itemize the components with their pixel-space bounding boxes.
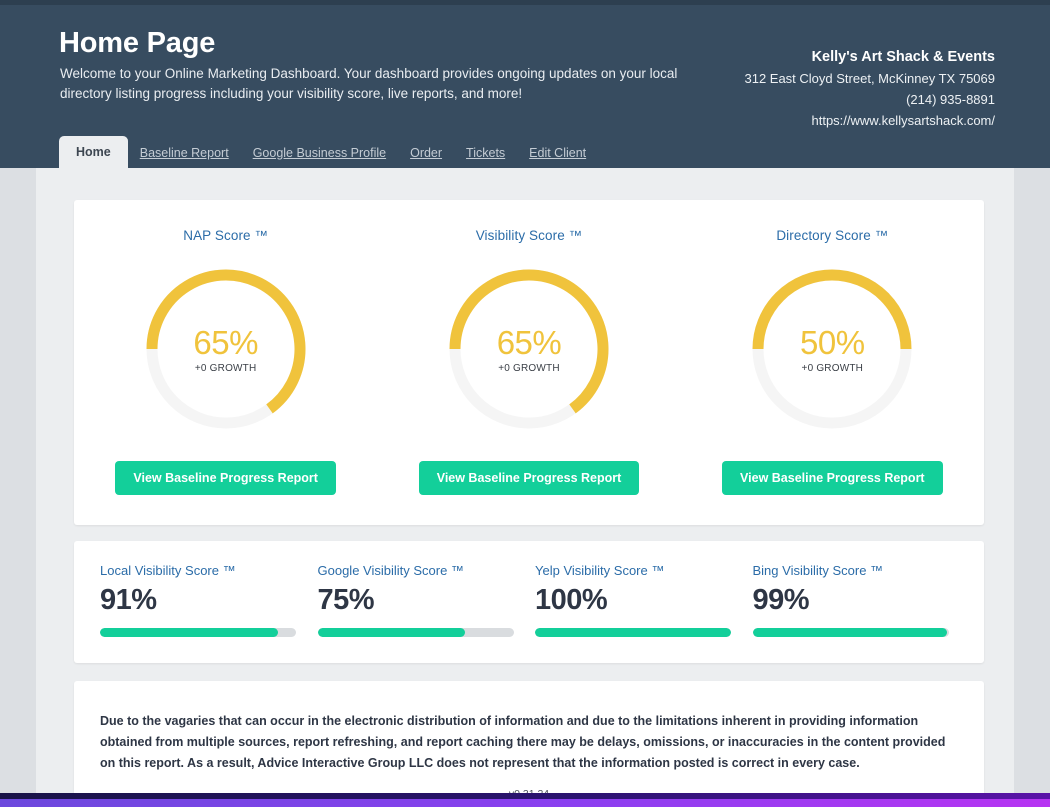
visibility-score-label: Google Visibility Score ™: [317, 563, 464, 578]
bottom-purple-bar: [0, 799, 1050, 807]
visibility-score-progress-track: [317, 628, 514, 637]
gauge-center-labels: 65% +0 GROWTH: [136, 259, 316, 439]
page-subtitle: Welcome to your Online Marketing Dashboa…: [60, 66, 678, 101]
client-name: Kelly's Art Shack & Events: [811, 49, 995, 65]
client-info-block: Kelly's Art Shack & Events 312 East Cloy…: [744, 47, 995, 131]
visibility-score-progress-fill: [317, 628, 465, 637]
visibility-score-label: Local Visibility Score ™: [100, 563, 236, 578]
gauge-growth-label: +0 GROWTH: [498, 362, 560, 374]
tab-baseline-report[interactable]: Baseline Report: [128, 138, 241, 168]
visibility-score-label: Yelp Visibility Score ™: [535, 563, 665, 578]
visibility-score-progress-fill: [752, 628, 947, 637]
main-tab-navigation: Home Baseline Report Google Business Profi…: [59, 136, 598, 168]
visibility-score-value: 91%: [100, 584, 157, 616]
gauge-donut-chart: 65% +0 GROWTH: [439, 259, 619, 439]
client-address: 312 East Cloyd Street, McKinney TX 75069: [744, 71, 995, 86]
view-baseline-progress-report-button[interactable]: View Baseline Progress Report: [722, 461, 943, 495]
tab-tickets[interactable]: Tickets: [454, 138, 517, 168]
visibility-scores-card: Local Visibility Score ™ 91% Google Visi…: [74, 541, 984, 663]
visibility-score-progress-track: [752, 628, 949, 637]
gauge-column: Visibility Score ™ 65% +0 GROWTH View Ba…: [377, 200, 680, 525]
view-baseline-progress-report-button[interactable]: View Baseline Progress Report: [418, 461, 640, 495]
gauge-donut-chart: 50% +0 GROWTH: [742, 259, 922, 439]
view-baseline-progress-report-button[interactable]: View Baseline Progress Report: [115, 461, 336, 495]
tab-google-business-profile[interactable]: Google Business Profile: [241, 138, 398, 168]
gauge-center-labels: 50% +0 GROWTH: [742, 259, 922, 439]
gauge-title: NAP Score ™: [183, 228, 269, 243]
visibility-score-label: Bing Visibility Score ™: [752, 563, 884, 578]
gauge-percent-value: 65%: [496, 323, 562, 361]
visibility-score-progress-track: [535, 628, 731, 637]
left-gutter: [0, 168, 36, 807]
visibility-score-progress-fill: [535, 628, 731, 637]
gauge-title: Directory Score ™: [776, 228, 889, 243]
disclaimer-text: Due to the vagaries that can occur in th…: [100, 714, 946, 770]
tab-home[interactable]: Home: [59, 136, 128, 168]
visibility-score-item: Bing Visibility Score ™ 99%: [747, 541, 965, 663]
gauge-column: NAP Score ™ 65% +0 GROWTH View Baseline …: [74, 200, 377, 525]
gauge-growth-label: +0 GROWTH: [194, 362, 257, 374]
visibility-score-value: 100%: [535, 584, 608, 616]
gauge-percent-value: 50%: [800, 323, 865, 361]
gauge-growth-label: +0 GROWTH: [801, 362, 864, 374]
gauge-column: Directory Score ™ 50% +0 GROWTH View Bas…: [681, 200, 984, 525]
gauge-title: Visibility Score ™: [475, 228, 583, 243]
visibility-score-progress-fill: [100, 628, 279, 637]
visibility-score-item: Google Visibility Score ™ 75%: [312, 541, 530, 663]
visibility-score-value: 99%: [752, 584, 810, 616]
client-website[interactable]: https://www.kellysartshack.com/: [744, 110, 996, 131]
disclaimer-card: Due to the vagaries that can occur in th…: [74, 681, 984, 807]
browser-viewport: Home Page Welcome to your Online Marketi…: [0, 0, 1050, 807]
page-header: Home Page Welcome to your Online Marketi…: [0, 5, 1050, 168]
right-gutter: [1014, 168, 1050, 807]
client-phone: (214) 935-8891: [906, 92, 995, 107]
score-gauges-row: NAP Score ™ 65% +0 GROWTH View Baseline …: [74, 200, 984, 525]
visibility-score-progress-track: [100, 628, 296, 637]
visibility-score-item: Local Visibility Score ™ 91%: [94, 541, 312, 663]
tab-edit-client[interactable]: Edit Client: [517, 138, 598, 168]
gauge-percent-value: 65%: [193, 323, 258, 361]
visibility-score-value: 75%: [317, 584, 375, 616]
main-content: NAP Score ™ 65% +0 GROWTH View Baseline …: [36, 168, 1014, 807]
tab-order[interactable]: Order: [398, 138, 454, 168]
score-gauges-card: NAP Score ™ 65% +0 GROWTH View Baseline …: [74, 200, 984, 525]
visibility-score-item: Yelp Visibility Score ™ 100%: [529, 541, 747, 663]
visibility-scores-row: Local Visibility Score ™ 91% Google Visi…: [74, 541, 984, 663]
page-title: Home Page: [59, 27, 216, 59]
gauge-center-labels: 65% +0 GROWTH: [439, 259, 619, 439]
gauge-donut-chart: 65% +0 GROWTH: [136, 259, 316, 439]
